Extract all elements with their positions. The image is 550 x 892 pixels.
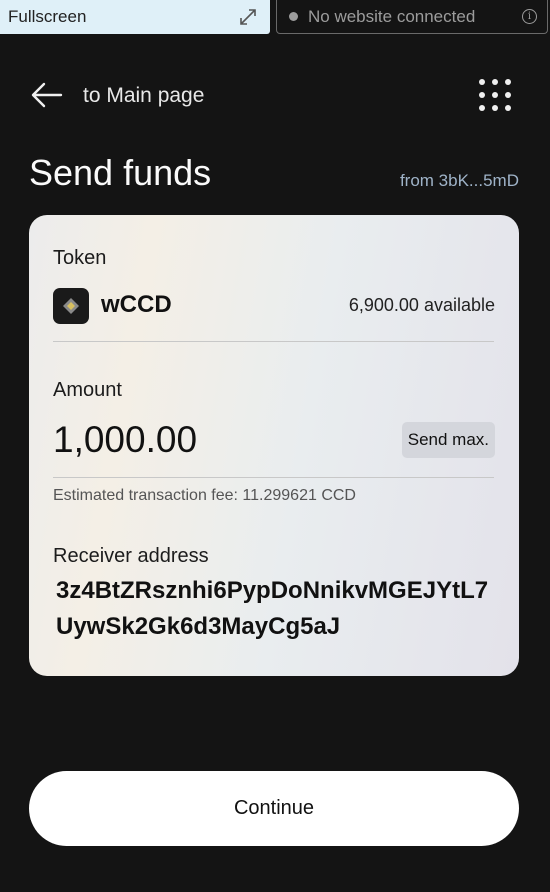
token-logo-icon[interactable]: [53, 288, 89, 324]
divider: [53, 341, 494, 342]
info-icon[interactable]: i: [522, 9, 537, 24]
connection-status-text: No website connected: [308, 6, 476, 26]
status-dot-icon: [289, 12, 298, 21]
transaction-fee: Estimated transaction fee: 11.299621 CCD: [53, 487, 356, 504]
grid-menu-icon[interactable]: [478, 78, 512, 112]
continue-button[interactable]: Continue: [29, 771, 519, 846]
send-max-button[interactable]: Send max.: [401, 422, 495, 458]
token-available-balance: 6,900.00 available: [348, 295, 495, 315]
receiver-address-field[interactable]: 3z4BtZRsznhi6PypDoNnikvMGEJYtL7UywSk2Gk6…: [56, 573, 496, 645]
connection-status: No website connected i: [276, 0, 548, 34]
amount-underline: [53, 477, 494, 478]
fullscreen-button[interactable]: Fullscreen: [0, 0, 270, 34]
amount-label: Amount: [53, 379, 122, 401]
amount-input[interactable]: 1,000.00: [53, 419, 197, 461]
back-link[interactable]: to Main page: [83, 84, 204, 108]
fullscreen-label: Fullscreen: [8, 7, 87, 26]
back-arrow-icon[interactable]: [30, 80, 64, 110]
top-bar: Fullscreen No website connected i: [0, 0, 550, 36]
token-name[interactable]: wCCD: [101, 291, 172, 319]
expand-icon: [240, 9, 256, 25]
page-title: Send funds: [29, 152, 212, 193]
token-label: Token: [53, 247, 107, 269]
receiver-label: Receiver address: [53, 545, 209, 567]
send-form-card: Token wCCD 6,900.00 available Amount 1,0…: [29, 215, 519, 676]
from-account: from 3bK...5mD: [399, 171, 519, 190]
